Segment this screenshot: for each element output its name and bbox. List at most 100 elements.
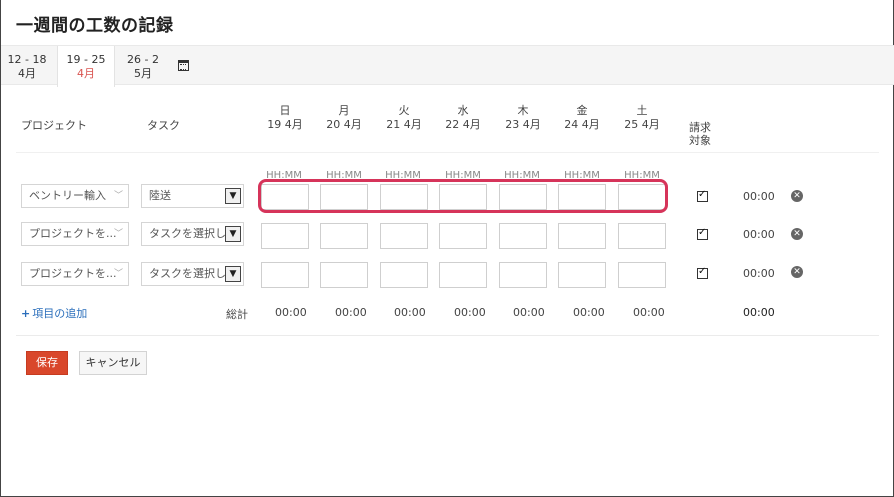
time-format-hint: HH:MM [504,170,540,181]
time-input-row-2-friday[interactable] [558,223,606,249]
day-date: 25 4月 [624,118,660,131]
time-input-row-1-thursday[interactable] [499,184,547,210]
time-input-row-3-tuesday[interactable] [380,262,428,288]
close-circle-icon[interactable]: ✕ [791,190,803,202]
time-format-hint: HH:MM [385,170,421,181]
time-input-row-3-monday[interactable] [320,262,368,288]
chevron-down-icon: ▼ [225,226,241,242]
day-date: 19 4月 [267,118,303,131]
column-header-wednesday: 水 22 4月 [438,104,488,132]
add-item-link[interactable]: + 項目の追加 [21,305,87,321]
task-select-value: タスクを選択して [149,267,237,280]
project-select-row-2[interactable]: プロジェクトを... ﹀ [21,222,129,246]
day-total-thursday: 00:00 [513,306,545,319]
page-title: 一週間の工数の記録 [16,16,174,36]
billable-checkbox-row-1[interactable] [697,189,708,202]
column-header-thursday: 木 23 4月 [498,104,548,132]
week-month: 4月 [18,67,36,80]
time-format-hint: HH:MM [266,170,302,181]
day-name: 日 [279,104,291,117]
day-name: 火 [398,104,410,117]
day-date: 24 4月 [564,118,600,131]
row-total-1: 00:00 [743,190,775,203]
time-input-row-3-saturday[interactable] [618,262,666,288]
project-select-value: プロジェクトを... [29,227,117,240]
project-select-row-1[interactable]: ベントリー輸入 ﹀ [21,184,129,208]
project-select-value: ベントリー輸入 [29,189,106,202]
header-divider [16,152,879,153]
week-range: 26 - 2 [127,53,159,66]
column-header-saturday: 土 25 4月 [617,104,667,132]
close-circle-icon[interactable]: ✕ [791,266,803,278]
time-input-row-2-tuesday[interactable] [380,223,428,249]
day-date: 22 4月 [445,118,481,131]
task-select-row-3[interactable]: タスクを選択して ▼ [141,262,244,286]
time-input-row-2-monday[interactable] [320,223,368,249]
chevron-down-icon: ▼ [225,266,241,282]
week-month: 5月 [134,67,152,80]
time-input-row-1-sunday[interactable] [261,184,309,210]
plus-icon: + [21,307,31,320]
column-header-billable: 請求対象 [689,121,711,147]
task-select-value: タスクを選択して [149,227,237,240]
day-total-saturday: 00:00 [633,306,665,319]
day-total-tuesday: 00:00 [394,306,426,319]
time-input-row-2-wednesday[interactable] [439,223,487,249]
time-input-row-1-saturday[interactable] [618,184,666,210]
time-input-row-2-sunday[interactable] [261,223,309,249]
close-circle-icon[interactable]: ✕ [791,228,803,240]
time-format-hint: HH:MM [445,170,481,181]
grand-total: 00:00 [743,306,775,319]
time-input-row-1-wednesday[interactable] [439,184,487,210]
week-tab-12-18[interactable]: 12 - 18 4月 [1,46,53,86]
time-input-row-3-sunday[interactable] [261,262,309,288]
week-tab-26-2[interactable]: 26 - 2 5月 [119,46,167,86]
day-date: 20 4月 [326,118,362,131]
footer-divider [16,335,879,336]
day-name: 金 [576,104,588,117]
row-total-2: 00:00 [743,228,775,241]
time-input-row-3-thursday[interactable] [499,262,547,288]
day-name: 土 [636,104,648,117]
column-header-task: タスク [147,119,180,132]
task-select-row-1[interactable]: 陸送 ▼ [141,184,244,208]
week-tab-19-25[interactable]: 19 - 25 4月 [57,46,115,87]
total-label: 総計 [226,308,248,321]
week-month: 4月 [77,67,95,80]
chevron-down-icon: ﹀ [113,191,123,201]
day-name: 水 [457,104,469,117]
task-select-row-2[interactable]: タスクを選択して ▼ [141,222,244,246]
time-input-row-3-friday[interactable] [558,262,606,288]
cancel-button[interactable]: キャンセル [79,351,147,375]
day-name: 月 [338,104,350,117]
save-button[interactable]: 保存 [26,351,68,375]
column-header-monday: 月 20 4月 [319,104,369,132]
time-input-row-1-tuesday[interactable] [380,184,428,210]
billable-checkbox-row-2[interactable] [697,227,708,240]
day-total-friday: 00:00 [573,306,605,319]
row-total-3: 00:00 [743,267,775,280]
chevron-down-icon: ﹀ [113,229,123,239]
time-format-hint: HH:MM [564,170,600,181]
billable-checkbox-row-3[interactable] [697,266,708,279]
day-total-sunday: 00:00 [275,306,307,319]
timesheet-window: 一週間の工数の記録 12 - 18 4月 19 - 25 4月 26 - 2 5… [0,0,894,497]
day-date: 21 4月 [386,118,422,131]
project-select-value: プロジェクトを... [29,267,117,280]
time-input-row-2-saturday[interactable] [618,223,666,249]
column-header-sunday: 日 19 4月 [260,104,310,132]
time-input-row-3-wednesday[interactable] [439,262,487,288]
calendar-icon[interactable] [178,60,189,71]
chevron-down-icon: ▼ [225,188,241,204]
week-range: 12 - 18 [7,53,47,66]
time-input-row-1-monday[interactable] [320,184,368,210]
week-range: 19 - 25 [66,53,106,66]
project-select-row-3[interactable]: プロジェクトを... ﹀ [21,262,129,286]
day-date: 23 4月 [505,118,541,131]
column-header-friday: 金 24 4月 [557,104,607,132]
time-input-row-2-thursday[interactable] [499,223,547,249]
column-header-project: プロジェクト [21,119,87,132]
time-format-hint: HH:MM [624,170,660,181]
time-input-row-1-friday[interactable] [558,184,606,210]
day-name: 木 [517,104,529,117]
